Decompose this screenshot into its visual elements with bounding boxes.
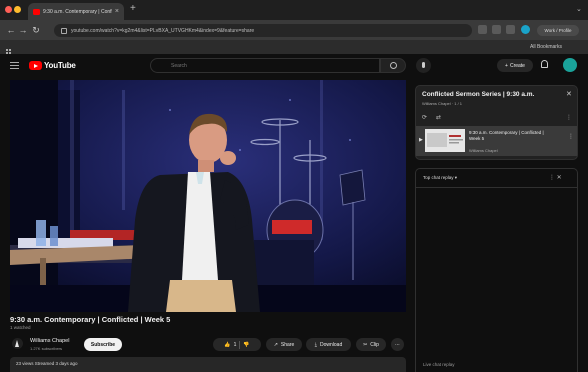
youtube-favicon-icon: [33, 8, 40, 15]
create-button[interactable]: + Create: [497, 59, 533, 72]
profile-button[interactable]: Work / Profile: [537, 25, 579, 36]
clip-button[interactable]: ✂ Clip: [356, 338, 386, 351]
like-divider: [239, 340, 241, 349]
address-bar[interactable]: youtube.com/watch?v=kg2m4&list=PLvBXA_UT…: [54, 24, 472, 37]
window-minimize-icon[interactable]: [14, 6, 21, 13]
channel-name[interactable]: Williams Chapel: [30, 338, 69, 344]
chat-more-icon[interactable]: ⋮ ✕: [549, 174, 562, 181]
menu-icon[interactable]: [10, 62, 19, 71]
tab-title: 9:30 a.m. Contemporary | Confli...: [43, 8, 112, 15]
like-count: 1: [233, 341, 237, 348]
all-bookmarks-link[interactable]: All Bookmarks: [530, 44, 562, 50]
video-title: 9:30 a.m. Contemporary | Conflicted | We…: [10, 315, 171, 324]
channel-avatar[interactable]: [12, 338, 23, 349]
plus-icon: +: [505, 62, 508, 69]
description-stats: 23 views Streamed 3 days ago: [16, 361, 78, 366]
profile-icon[interactable]: [521, 25, 530, 34]
avatar[interactable]: [563, 58, 577, 72]
site-info-icon[interactable]: [61, 27, 67, 34]
download-button[interactable]: ⤓ Download: [306, 338, 351, 351]
video-subtitle: 1 watched: [10, 325, 31, 330]
scissors-icon: ✂: [363, 341, 368, 348]
share-button[interactable]: ↗ Share: [266, 338, 302, 351]
playlist-item-thumbnail[interactable]: [425, 129, 465, 152]
playlist-item-more-icon[interactable]: ⋮: [568, 133, 574, 140]
playlist-title[interactable]: Conflicted Sermon Series | 9:30 a.m.: [422, 91, 552, 98]
bookmarks-bar: [0, 40, 588, 54]
apps-grid-icon[interactable]: [6, 43, 13, 54]
new-tab-icon[interactable]: +: [130, 4, 136, 14]
microphone-icon[interactable]: [416, 58, 431, 73]
bookmark-star-icon[interactable]: [478, 25, 487, 34]
download-icon: ⤓: [314, 341, 317, 348]
chat-panel: [415, 168, 578, 372]
close-icon[interactable]: ✕: [566, 90, 572, 98]
subscribe-button[interactable]: Subscribe: [84, 338, 122, 351]
playlist-more-icon[interactable]: ⋮: [566, 114, 572, 121]
search-input[interactable]: Search: [150, 58, 380, 73]
chat-replay-label: Live chat replay: [423, 362, 455, 367]
bell-icon[interactable]: [541, 60, 548, 68]
download-label: Download: [319, 341, 343, 348]
tab-search-icon[interactable]: ⌄: [576, 5, 582, 13]
thumbs-down-icon[interactable]: 👎: [243, 342, 249, 348]
now-playing-icon: ▶: [419, 137, 423, 143]
extension-icon[interactable]: [492, 25, 501, 34]
share-icon: ↗: [273, 341, 278, 348]
youtube-logo-icon[interactable]: [29, 61, 42, 70]
chat-mode-dropdown[interactable]: Top chat replay ▾: [423, 175, 457, 181]
playlist-item-title[interactable]: 9:30 a.m. Contemporary | Conflicted | We…: [469, 130, 555, 142]
back-icon[interactable]: ←: [6, 24, 16, 36]
search-icon[interactable]: [380, 58, 406, 73]
playlist-subtitle: Williams Chapel · 1 / 1: [422, 101, 463, 106]
loop-icon[interactable]: ⟳: [422, 114, 427, 121]
video-player[interactable]: [10, 80, 406, 312]
channel-subscribers: 1.27K subscribers: [30, 346, 63, 351]
clip-label: Clip: [370, 341, 379, 348]
share-label: Share: [280, 341, 295, 348]
browser-tab[interactable]: 9:30 a.m. Contemporary | Confli... ×: [28, 3, 124, 20]
create-label: Create: [509, 62, 525, 69]
url-text: youtube.com/watch?v=kg2m4&list=PLvBXA_UT…: [71, 27, 255, 34]
more-actions-icon[interactable]: ⋯: [391, 338, 404, 351]
window-close-icon[interactable]: [5, 6, 12, 13]
tab-close-icon[interactable]: ×: [115, 8, 119, 15]
forward-icon[interactable]: →: [18, 24, 28, 36]
like-dislike-button[interactable]: 👍 1 👎: [213, 338, 261, 351]
video-frame: [10, 80, 406, 312]
youtube-logo-text[interactable]: YouTube: [44, 61, 76, 70]
reload-icon[interactable]: ↻: [31, 24, 41, 36]
playlist-item-channel: Williams Chapel: [469, 148, 498, 153]
shuffle-icon[interactable]: ⇄: [436, 114, 441, 121]
puzzle-icon[interactable]: [506, 25, 515, 34]
thumbs-up-icon[interactable]: 👍: [224, 342, 230, 348]
